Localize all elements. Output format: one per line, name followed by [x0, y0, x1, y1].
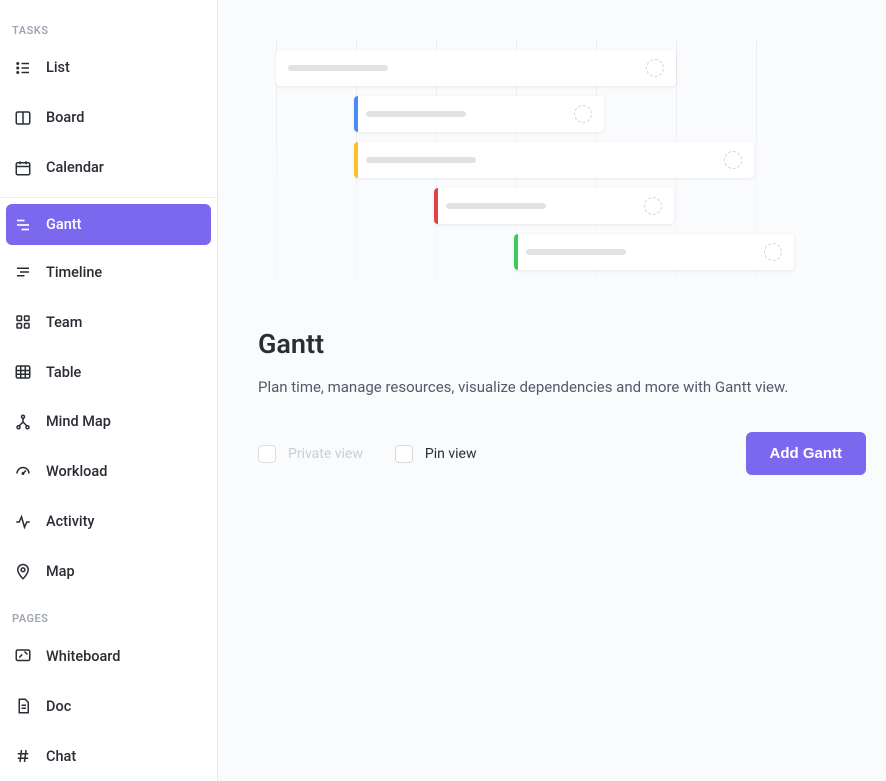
sidebar-item-label: Map: [46, 563, 75, 580]
timeline-icon: [14, 263, 32, 281]
checkbox: [258, 445, 276, 463]
gantt-bar: [514, 234, 794, 270]
gantt-illustration: [276, 40, 816, 280]
private-view-label: Private view: [288, 446, 363, 462]
main: Gantt Plan time, manage resources, visua…: [218, 0, 886, 781]
gantt-bar: [354, 142, 754, 178]
sidebar-item-table[interactable]: Table: [0, 347, 217, 397]
add-gantt-button[interactable]: Add Gantt: [746, 432, 867, 475]
sidebar-item-team[interactable]: Team: [0, 297, 217, 347]
sidebar-item-timeline[interactable]: Timeline: [0, 247, 217, 297]
sidebar-item-chat[interactable]: Chat: [0, 731, 217, 781]
sidebar-item-label: Timeline: [46, 264, 102, 281]
team-icon: [14, 313, 32, 331]
activity-icon: [14, 513, 32, 531]
sidebar-item-label: Whiteboard: [46, 648, 120, 665]
sidebar-item-mind-map[interactable]: Mind Map: [0, 397, 217, 447]
board-icon: [14, 109, 32, 127]
section-label-pages: PAGES: [0, 606, 217, 631]
sidebar-item-gantt[interactable]: Gantt: [6, 204, 211, 246]
pin-view-toggle[interactable]: Pin view: [395, 445, 477, 463]
sidebar-item-whiteboard[interactable]: Whiteboard: [0, 631, 217, 681]
checkbox[interactable]: [395, 445, 413, 463]
private-view-toggle: Private view: [258, 445, 363, 463]
page-description: Plan time, manage resources, visualize d…: [258, 378, 866, 396]
pin-view-label: Pin view: [425, 446, 477, 462]
sidebar-item-label: Table: [46, 364, 81, 381]
gantt-bar: [276, 50, 676, 86]
map-pin-icon: [14, 563, 32, 581]
sidebar-item-label: Team: [46, 314, 82, 331]
sidebar-item-board[interactable]: Board: [0, 93, 217, 143]
list-icon: [14, 59, 32, 77]
gantt-icon: [14, 216, 32, 234]
mind-map-icon: [14, 413, 32, 431]
sidebar-item-label: Chat: [46, 748, 76, 765]
sidebar-item-label: Doc: [46, 698, 71, 715]
sidebar-item-label: Mind Map: [46, 413, 111, 430]
workload-icon: [14, 463, 32, 481]
gantt-bar: [434, 188, 674, 224]
sidebar-item-label: Activity: [46, 513, 95, 530]
sidebar-item-map[interactable]: Map: [0, 547, 217, 597]
sidebar-item-activity[interactable]: Activity: [0, 497, 217, 547]
gantt-bar: [354, 96, 604, 132]
sidebar-item-list[interactable]: List: [0, 43, 217, 93]
sidebar-item-label: Board: [46, 109, 84, 126]
sidebar: TASKS List Board Calendar Gantt Timeline: [0, 0, 218, 781]
table-icon: [14, 363, 32, 381]
sidebar-item-calendar[interactable]: Calendar: [0, 143, 217, 193]
doc-icon: [14, 697, 32, 715]
whiteboard-icon: [14, 647, 32, 665]
sidebar-item-doc[interactable]: Doc: [0, 681, 217, 731]
sidebar-item-label: Gantt: [46, 216, 81, 233]
calendar-icon: [14, 159, 32, 177]
sidebar-item-label: Calendar: [46, 159, 104, 176]
section-label-tasks: TASKS: [0, 18, 217, 43]
controls-row: Private view Pin view Add Gantt: [258, 432, 866, 475]
sidebar-item-workload[interactable]: Workload: [0, 447, 217, 497]
sidebar-item-label: List: [46, 59, 70, 76]
hash-icon: [14, 747, 32, 765]
page-title: Gantt: [258, 328, 866, 360]
divider: [0, 197, 217, 198]
sidebar-item-label: Workload: [46, 463, 107, 480]
